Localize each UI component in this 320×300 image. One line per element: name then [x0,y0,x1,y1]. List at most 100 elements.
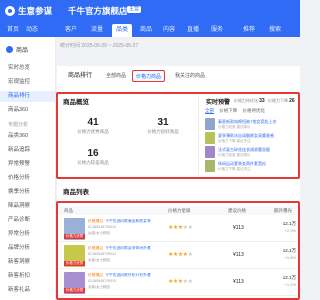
tab-all-products[interactable]: 全部商品 [103,70,129,82]
nav-item-recommend[interactable]: 推荐 [240,24,258,37]
nav-item-service[interactable]: 服务 [208,24,226,37]
metric-poor[interactable]: 16 价格力较差商品 [68,148,118,166]
nav-item-category[interactable]: 品类 [112,24,132,37]
alerts-meta-drop-label: 价格力下降 [268,98,288,103]
alert-item[interactable]: 法式复古碎花连衣裙收腰显瘦 价格力较差 建议降价 [205,146,297,159]
sidebar-group-label: 专题分析 [8,122,29,128]
alerts-meta-drop[interactable]: 价格力下降 26 [268,98,295,104]
product-name-text: 千牛优选同款针织开衫外套 [105,273,151,277]
column-header-product[interactable]: 商品 [64,208,73,214]
star-icon: ★ [187,252,193,258]
sidebar-item-brand[interactable]: 品牌分析 [0,243,55,254]
metric-good-value: 31 [157,117,169,128]
product-category: 女装/女士精品 [88,231,110,235]
nav-item-search[interactable]: 搜索 [266,24,284,37]
sidebar-item-insight[interactable]: 降品洞察 [0,201,55,212]
sidebar-item-gift[interactable]: 新客礼品 [0,285,55,296]
sidebar-item-season[interactable]: 换季分析 [0,187,55,198]
column-header-exposure[interactable]: 额外曝光 [274,208,292,214]
exposure-change: +1.2% [284,282,296,287]
product-category: 女装/女士精品 [88,285,110,289]
sidebar-item-warning[interactable]: 异常预警 [0,159,55,170]
sidebar-item-category360[interactable]: 品类360 [0,131,55,142]
table-row[interactable]: 价格力优秀 价格爆品 千牛优选同款夏季休闲外套 ID:365948729014 女装/女… [58,243,298,269]
product-thumbnail [205,118,215,130]
nav-item-home[interactable]: 首页 [4,24,22,37]
nav-item-content[interactable]: 内容 [160,24,178,37]
product-id: ID:365948729014 [88,252,116,256]
nav-item-customer[interactable]: 客户 [62,24,80,37]
list-title: 商品列表 [63,189,89,196]
nav-item-dynamics[interactable]: 动态 [23,24,41,37]
alerts-tab-drop[interactable]: 价格下降 [219,108,237,113]
suggested-price: ¥113 [233,225,244,231]
sidebar-item-product360[interactable]: 商品360 [0,105,55,116]
sidebar-item-realtime[interactable]: 实时总览 [0,63,55,74]
star-rating: ★★★★★ [168,224,193,231]
app-logo[interactable]: 生意参谋 [5,5,52,17]
metric-excellent[interactable]: 41 价格力优秀商品 [68,117,118,135]
sidebar-item-discount[interactable]: 新客折扣 [0,271,55,282]
app-name: 生意参谋 [18,6,53,16]
exposure-change: +2.3% [284,228,296,233]
tab-followed[interactable]: 我关注的商品 [172,70,208,82]
shop-name[interactable]: 千牛官方旗舰店 [68,5,128,17]
table-header: 商品 价格力星级 建议价格 额外曝光 [58,206,298,215]
metric-good[interactable]: 31 价格力良好商品 [138,117,188,135]
product-name[interactable]: 价格爆品 千牛优选同款夏季休闲外套 [88,246,160,251]
hot-badge: 价格爆品 [88,219,104,223]
logo-icon [5,6,15,16]
product-category: 女装/女士精品 [88,258,110,262]
alerts-meta-optimize-value: 33 [259,98,265,104]
star-icon: ★ [187,279,193,285]
star-rating: ★★★★★ [168,278,193,285]
sidebar-item-new-customer[interactable]: 新客洞察 [0,257,55,268]
alerts-title: 实时预警 [206,100,231,106]
alert-item[interactable]: 休闲运动套装女两件套宽松 价格力下降 建议关注 [205,160,297,173]
product-thumbnail [205,132,215,144]
alerts-tab-optimize[interactable]: 价格待优化 [243,108,266,113]
alert-item-sub: 价格力下降 建议关注 [218,139,251,143]
top-bar: 生意参谋 千牛官方旗舰店 主营 首页 动态 客户 流量 品类 商品 内容 直播 … [0,0,300,37]
product-id: ID:365948729013 [88,225,116,229]
exposure-value: 12.1万 [282,221,296,226]
sidebar-item-diagnosis[interactable]: 产品诊断 [0,215,55,226]
price-power-tag: 价格力优秀 [64,234,85,239]
product-name[interactable]: 价格爆品 千牛优选同款针织开衫外套 [88,273,160,278]
metric-good-label: 价格力良好商品 [147,129,179,134]
alerts-meta-optimize[interactable]: 价格力待优化 33 [234,98,265,104]
nav-item-traffic[interactable]: 流量 [88,24,106,37]
nav-item-live[interactable]: 直播 [184,24,202,37]
suggested-price: ¥113 [233,252,244,258]
sidebar-item-anomaly[interactable]: 异常分析 [0,229,55,240]
alert-item[interactable]: 春夏新款纯棉短袖T恤女宽松上衣 价格力较差 建议降价 [205,118,297,131]
star-rating: ★★★★★ [168,251,193,258]
alert-item[interactable]: 夏季薄款冰丝阔腿裤女高腰垂感 价格力下降 建议关注 [205,132,297,145]
sidebar-item-monitor[interactable]: 宏观监控 [0,77,55,88]
sidebar-item-ranking[interactable]: 商品排行 [0,91,55,102]
main-nav: 首页 动态 客户 流量 品类 商品 内容 直播 服务 推荐 搜索 [0,24,300,37]
overview-title: 商品概览 [63,99,89,106]
product-name[interactable]: 价格爆品 千牛优选同款春夏新款女装 [88,219,160,224]
metric-poor-label: 价格力较差商品 [77,160,109,165]
alerts-tab-all[interactable]: 全部 [205,108,214,114]
sidebar-item-new-track[interactable]: 新品追踪 [0,145,55,156]
table-row[interactable]: 价格力优秀 价格爆品 千牛优选同款针织开衫外套 ID:365948729015 女装/女… [58,270,298,296]
tab-bar: 商品排行 全部商品 价格力商品 我关注的商品 [57,70,300,84]
tab-price-power[interactable]: 价格力商品 [132,70,166,82]
sidebar-header-label: 商品 [16,48,29,54]
price-power-tag: 价格力优秀 [64,261,85,266]
sidebar-item-price[interactable]: 价格分析 [0,173,55,184]
date-range[interactable]: 统计时间 2025-05-20 ~ 2025-05-27 [60,42,138,49]
metric-excellent-label: 价格力优秀商品 [77,129,109,134]
nav-item-product[interactable]: 商品 [137,24,155,37]
table-row[interactable]: 价格力优秀 价格爆品 千牛优选同款春夏新款女装 ID:365948729013 女装/女… [58,216,298,242]
hot-badge: 价格爆品 [88,246,104,250]
column-header-price[interactable]: 建议价格 [228,208,246,214]
alert-item-sub: 价格力下降 建议关注 [218,167,251,171]
metric-poor-value: 16 [87,148,99,159]
alert-item-text: 春夏新款纯棉短袖T恤女宽松上衣 [218,119,277,124]
column-header-stars[interactable]: 价格力星级 [168,208,191,214]
shop-badge: 主营 [127,6,142,13]
tab-ranking[interactable]: 商品排行 [65,70,95,82]
